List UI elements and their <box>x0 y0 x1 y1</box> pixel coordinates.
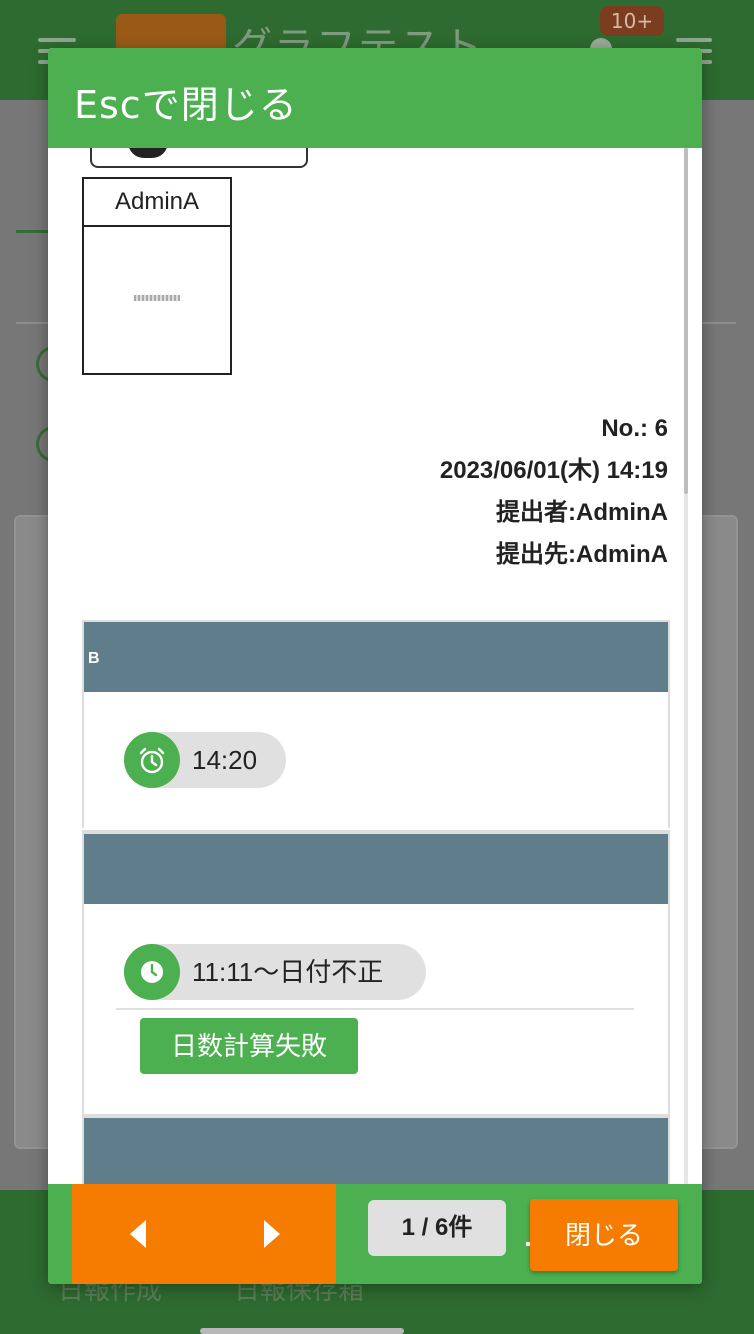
time-chip: 14:20 <box>124 732 286 788</box>
close-button[interactable]: 閉じる <box>530 1199 678 1271</box>
approval-stamp: AdminA <box>82 177 232 375</box>
pager-nav <box>72 1184 336 1284</box>
report-datetime: 2023/06/01(木) 14:19 <box>439 457 668 484</box>
report-section: B 14:20 <box>82 620 670 828</box>
clock-icon <box>124 944 180 1000</box>
report-section: 11:11〜日付不正 日数計算失敗 <box>82 830 670 1114</box>
page-count: 1 / 6件 <box>368 1200 506 1256</box>
divider <box>116 1008 634 1010</box>
alarm-clock-icon <box>124 732 180 788</box>
partial-icon <box>128 148 168 158</box>
modal-title: Escで閉じる <box>74 83 298 127</box>
section-header <box>84 834 668 904</box>
report-number: No.: 6 <box>601 415 668 442</box>
partial-element <box>90 148 308 168</box>
notification-badge: 10+ <box>600 6 664 36</box>
report-submitter: 提出者:AdminA <box>496 499 668 526</box>
report-meta: No.: 6 2023/06/01(木) 14:19 提出者:AdminA 提出… <box>440 408 668 576</box>
prev-arrow-icon[interactable] <box>130 1220 146 1248</box>
next-arrow-icon[interactable] <box>264 1220 280 1248</box>
time-chip: 11:11〜日付不正 <box>124 944 426 1000</box>
section-body: 11:11〜日付不正 日数計算失敗 <box>84 904 668 1114</box>
report-section <box>82 1114 670 1184</box>
stamp-name: AdminA <box>84 179 230 227</box>
modal-footer: 1 / 6件 閉じる <box>48 1184 702 1284</box>
modal-content[interactable]: AdminA No.: 6 2023/06/01(木) 14:19 提出者:Ad… <box>48 148 702 1184</box>
section-header: B <box>84 622 668 692</box>
section-body: 14:20 <box>84 692 668 828</box>
error-tag[interactable]: 日数計算失敗 <box>140 1018 358 1074</box>
chip-label: 11:11〜日付不正 <box>192 957 384 987</box>
chip-label: 14:20 <box>192 745 258 775</box>
scrollbar-thumb[interactable] <box>684 148 688 494</box>
report-recipient: 提出先:AdminA <box>496 541 668 568</box>
modal-header: Escで閉じる <box>48 48 702 148</box>
stamp-placeholder <box>134 295 180 301</box>
section-header <box>84 1118 668 1184</box>
report-modal: Escで閉じる AdminA No.: 6 2023/06/01(木) 14:1… <box>48 48 702 1284</box>
home-indicator <box>200 1328 404 1334</box>
